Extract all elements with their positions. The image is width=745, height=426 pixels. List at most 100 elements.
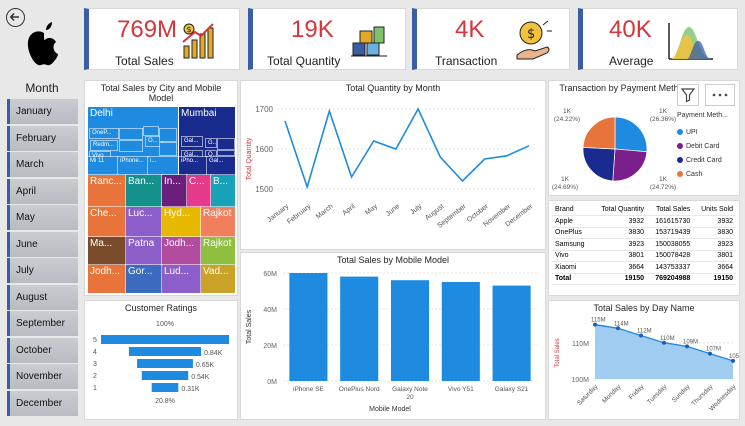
bar: [390, 280, 430, 381]
pie-legend-item[interactable]: Debit Card: [677, 139, 722, 153]
month-slicer-item-january[interactable]: January: [7, 99, 78, 124]
funnel-bar-rating-4: [128, 347, 202, 356]
table-row[interactable]: Vivo 3801 150078428 3801: [552, 250, 736, 262]
table-row[interactable]: OnePlus 3830 153719439 3830: [552, 227, 736, 239]
treemap-cell-delhi-mi11[interactable]: Mi 11: [87, 156, 119, 176]
month-slicer-item-july[interactable]: July: [7, 258, 78, 283]
treemap-cell-mumbai[interactable]: Mumbai: [178, 106, 236, 158]
treemap-cell-minor[interactable]: [119, 128, 143, 140]
x-tick-label: July: [409, 203, 424, 216]
funnel-category-label: 5: [93, 337, 97, 344]
funnel-value-label: 0.65K: [196, 362, 215, 369]
treemap-cell-minor[interactable]: [159, 128, 177, 142]
month-slicer-item-october[interactable]: October: [7, 337, 78, 363]
treemap-cell-delhi-oneplus[interactable]: OneP...: [89, 128, 119, 139]
treemap-cell-delhi-i[interactable]: i...: [147, 156, 179, 176]
table-cell: 150038055: [647, 238, 694, 251]
treemap-cell-rajkot[interactable]: Rajkot: [200, 236, 236, 266]
treemap-cell-rajkot[interactable]: Rajkot: [200, 206, 236, 238]
funnel-value-label: 0.54K: [191, 374, 210, 381]
table-header-cell[interactable]: Brand: [552, 204, 593, 216]
treemap-cell-minor[interactable]: [143, 126, 159, 136]
table-header-cell[interactable]: Total Sales: [647, 204, 694, 216]
brand-table-card: Brand Total Quantity Total Sales Units Sold…: [548, 200, 740, 296]
treemap-cell-ludhiana[interactable]: Lud...: [161, 264, 202, 294]
series-line: [284, 107, 530, 190]
more-options-button[interactable]: [705, 84, 735, 106]
month-slicer-item-february[interactable]: February: [7, 125, 78, 151]
table-cell: 161615730: [647, 215, 694, 228]
funnel-bottom-label: 20.8%: [155, 398, 175, 405]
treemap-cell-jodhpur[interactable]: Jodh...: [161, 236, 202, 266]
kpi-card-average: 40K Average: [578, 8, 738, 70]
kpi-value: 19K: [291, 16, 334, 43]
funnel-category-label: 2: [93, 373, 97, 380]
table-row[interactable]: Apple 3932 161615730 3932: [552, 215, 736, 228]
treemap-card: Total Sales by City and Mobile Model Del…: [84, 80, 238, 296]
table-total-row[interactable]: Total 19150 769204988 19150: [552, 272, 736, 285]
treemap-cell-gorakhpur[interactable]: Gor...: [125, 264, 163, 294]
funnel-bar-rating-1: [151, 383, 179, 392]
treemap-cell-delhi-redmi[interactable]: Redm...: [90, 140, 118, 151]
month-slicer-item-august[interactable]: August: [7, 284, 78, 310]
treemap-cell-chennai[interactable]: Che...: [87, 206, 127, 238]
month-slicer-item-may[interactable]: May: [7, 205, 78, 230]
more-icon: [712, 93, 728, 97]
treemap-cell-minor[interactable]: [217, 150, 235, 156]
pie-legend-item[interactable]: Credit Card: [677, 153, 722, 167]
month-slicer-item-march[interactable]: March: [7, 152, 78, 177]
funnel-bar-rating-3: [137, 359, 193, 368]
treemap-cell-mumbai-galaxy[interactable]: Gal...: [181, 136, 203, 147]
table-header-cell[interactable]: Total Quantity: [592, 204, 648, 216]
treemap-cell-minor[interactable]: [119, 140, 143, 152]
month-slicer-item-june[interactable]: June: [7, 231, 78, 257]
x-tick-label: February: [286, 203, 313, 226]
table-cell: OnePlus: [552, 227, 593, 239]
treemap-cell-mumbai-iphone[interactable]: iPho...: [178, 156, 208, 176]
month-slicer-item-september[interactable]: September: [7, 311, 78, 336]
month-slicer-item-april[interactable]: April: [7, 178, 78, 204]
treemap-cell-vadodara[interactable]: Vad...: [200, 264, 236, 294]
data-label: 105M: [729, 354, 739, 360]
month-slicer-item-november[interactable]: November: [7, 364, 78, 389]
quantity-line-chart[interactable]: 150016001700Total QuantityJanuaryFebruar…: [241, 97, 545, 249]
x-tick-label: 20: [406, 394, 414, 401]
ratings-funnel-chart[interactable]: 100% 5 4 0.84K 3 0.65K 2 0.54K 1 0.31K 20.8%: [85, 315, 237, 419]
table-cell: 150078428: [647, 250, 694, 262]
treemap-cell-minor[interactable]: [159, 142, 177, 156]
sales-model-bar-chart[interactable]: 0M 20M 40M 60M Total Sales iPhone SE OnePlus N…: [241, 267, 545, 419]
x-tick-label: iPhone SE: [293, 386, 324, 393]
treemap-cell-delhi-iphone[interactable]: iPhone...: [117, 156, 149, 176]
treemap-cell-indore[interactable]: In...: [161, 174, 188, 208]
day-area-chart[interactable]: 100M 110M Total Sales 115M 114M 112M 110M 109M 1…: [549, 315, 739, 419]
treemap-cell-madurai[interactable]: Ma...: [87, 236, 127, 266]
treemap-cell-patna[interactable]: Patna: [125, 236, 163, 266]
kpi-value: 40K: [609, 16, 652, 43]
table-row[interactable]: Samsung 3923 150038055 3923: [552, 238, 736, 251]
treemap-cell-hyderabad[interactable]: Hyd...: [161, 206, 202, 238]
funnel-category-label: 4: [93, 349, 97, 356]
legend-dot-icon: [677, 157, 683, 163]
treemap-cell-ranchi[interactable]: Ranc...: [87, 174, 127, 208]
treemap-cell-city-b[interactable]: B...: [210, 174, 236, 208]
table-cell: 143753337: [647, 261, 694, 274]
treemap-cell-mumbai-g[interactable]: G...: [205, 138, 217, 148]
treemap-cell-minor[interactable]: [217, 138, 235, 150]
x-tick-label: April: [341, 203, 357, 217]
pie-data-label: 1K: [659, 108, 668, 115]
pie-legend-item[interactable]: UPI: [677, 125, 722, 139]
treemap-cell-bangalore[interactable]: Ban...: [125, 174, 163, 208]
month-slicer-item-december[interactable]: December: [7, 390, 78, 416]
treemap-chart[interactable]: Delhi Mumbai OneP... Redm... Vivo O... Gal... G…: [87, 106, 236, 294]
filter-button[interactable]: [677, 84, 699, 106]
treemap-cell-mumbai-gal[interactable]: Gal...: [206, 156, 236, 176]
data-label: 109M: [683, 339, 698, 345]
pie-chart[interactable]: 1K(24.22%)1K(26.36%)1K(24.69%)1K(24.72%): [551, 97, 679, 195]
treemap-cell-jodhpur[interactable]: Jodh...: [87, 264, 127, 294]
money-growth-icon: $: [182, 23, 214, 59]
table-header-cell[interactable]: Units Sold: [693, 204, 736, 216]
treemap-cell-lucknow[interactable]: Luc...: [125, 206, 163, 238]
treemap-cell-city-c[interactable]: C...: [186, 174, 212, 208]
pie-legend-item[interactable]: Cash: [677, 167, 722, 181]
table-row[interactable]: Xiaomi 3664 143753337 3664: [552, 261, 736, 274]
